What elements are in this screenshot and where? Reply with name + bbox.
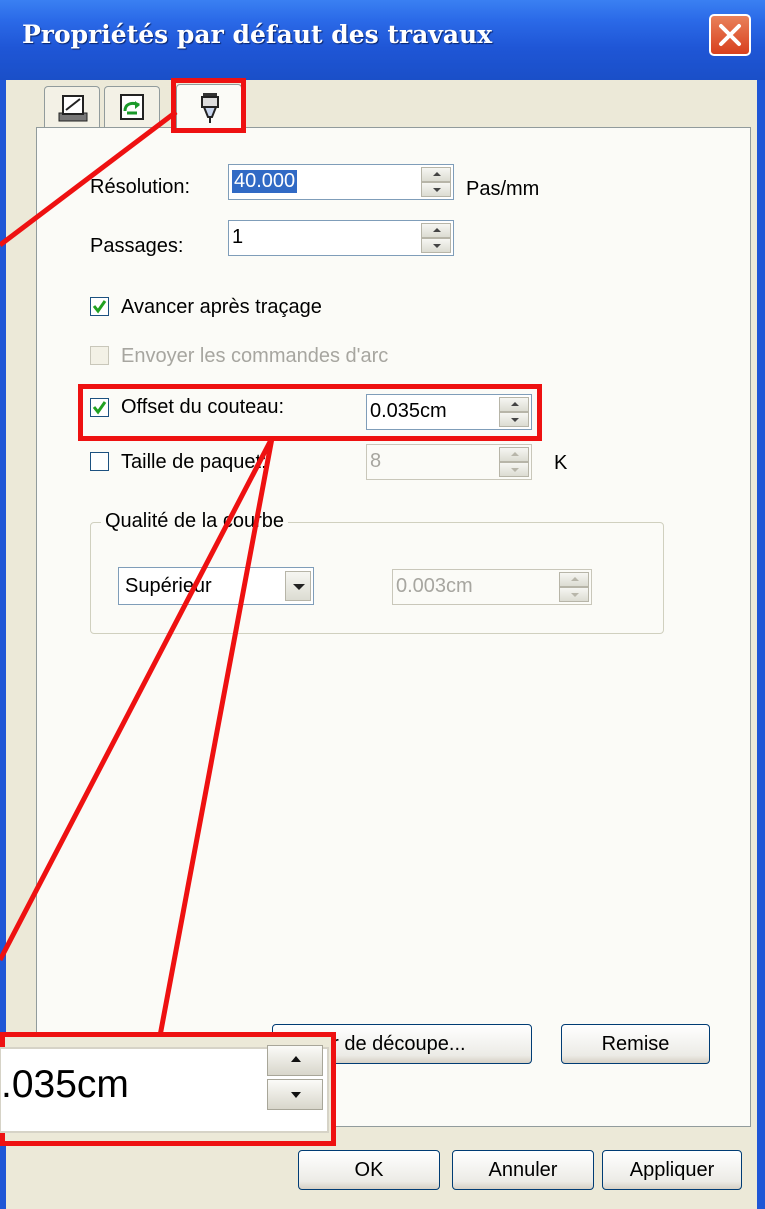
curve-tolerance-field[interactable]: 0.003cm [392, 569, 592, 605]
zoomed-down-button [267, 1079, 323, 1110]
zoomed-offset-value: .035cm [1, 1063, 129, 1106]
curve-tolerance-up-button[interactable] [559, 572, 589, 587]
window-frame-right [757, 80, 765, 1209]
passes-spinner[interactable] [421, 223, 451, 253]
packet-size-up-button[interactable] [499, 447, 529, 462]
arrow-refresh-icon [120, 94, 144, 120]
resolution-label: Résolution: [90, 176, 191, 198]
passes-value: 1 [232, 226, 244, 248]
curve-tolerance-down-button[interactable] [559, 587, 589, 602]
resolution-up-button[interactable] [421, 167, 451, 182]
dialog-window: Propriétés par défaut des travaux Résolu… [0, 0, 765, 1209]
advance-checkbox[interactable] [90, 297, 109, 316]
curve-quality-selected: Supérieur [125, 575, 212, 597]
checkmark-icon [92, 300, 107, 314]
ok-button[interactable]: OK [298, 1150, 440, 1190]
reset-button[interactable]: Remise [561, 1024, 710, 1064]
packet-size-down-button[interactable] [499, 462, 529, 477]
window-title: Propriétés par défaut des travaux [22, 20, 493, 49]
packet-size-unit: K [554, 452, 568, 474]
resolution-value: 40.000 [232, 170, 298, 193]
curve-tolerance-spinner[interactable] [559, 572, 589, 602]
curve-quality-title: Qualité de la courbe [101, 510, 289, 533]
curve-tolerance-value: 0.003cm [396, 575, 473, 597]
close-button[interactable] [709, 14, 751, 56]
resolution-spinner[interactable] [421, 167, 451, 197]
close-icon [719, 24, 741, 46]
zoom-callout: .035cm [0, 1032, 336, 1146]
zoomed-up-button [267, 1045, 323, 1076]
arc-commands-checkbox[interactable] [90, 346, 109, 365]
passes-label: Passages: [90, 235, 184, 257]
arc-commands-label: Envoyer les commandes d'arc [121, 345, 389, 367]
apply-button[interactable]: Appliquer [602, 1150, 742, 1190]
title-bar: Propriétés par défaut des travaux [0, 0, 765, 80]
resolution-unit: Pas/mm [466, 178, 540, 200]
curve-quality-dropdown[interactable]: Supérieur [118, 567, 314, 605]
chevron-down-icon[interactable] [285, 571, 311, 601]
cancel-button[interactable]: Annuler [452, 1150, 594, 1190]
packet-size-label: Taille de paquet: [121, 451, 267, 473]
tab-highlight-box [171, 78, 246, 133]
tab-transfer[interactable] [104, 86, 160, 128]
plotter-icon [58, 95, 88, 122]
advance-label: Avancer après traçage [121, 296, 322, 318]
packet-size-checkbox[interactable] [90, 452, 109, 471]
passes-up-button[interactable] [421, 223, 451, 238]
knife-offset-highlight-box [78, 384, 542, 441]
packet-size-spinner[interactable] [499, 447, 529, 477]
resolution-field[interactable]: 40.000 [228, 164, 454, 200]
packet-size-field[interactable]: 8 [366, 444, 532, 480]
resolution-down-button[interactable] [421, 182, 451, 197]
tab-plotter[interactable] [44, 86, 100, 128]
passes-down-button[interactable] [421, 238, 451, 253]
passes-field[interactable]: 1 [228, 220, 454, 256]
packet-size-value: 8 [370, 450, 382, 472]
